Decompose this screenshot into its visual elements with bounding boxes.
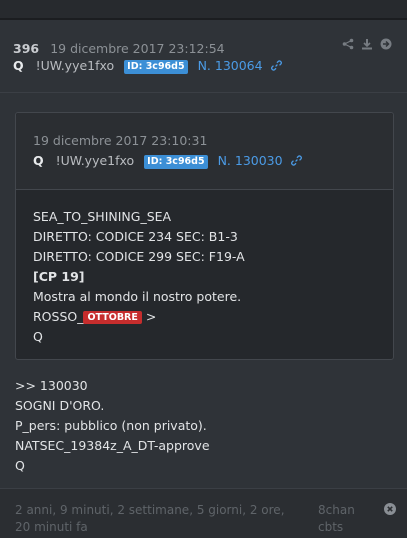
quoted-line: DIRETTO: CODICE 234 SEC: B1-3: [33, 229, 238, 244]
post-footer: 2 anni, 9 minuti, 2 settimane, 5 giorni,…: [0, 489, 407, 538]
post-body: >> 130030 SOGNI D'ORO. P_pers: pubblico …: [15, 376, 210, 476]
source-sub: cbts: [318, 520, 344, 534]
id-badge[interactable]: ID: 3c96d5: [124, 60, 188, 74]
post-date: 19 dicembre 2017 23:12:54: [50, 41, 225, 56]
rosso-prefix: ROSSO_: [33, 309, 84, 324]
quoted-signature: Q: [33, 329, 43, 344]
author-name: Q: [13, 58, 24, 73]
quoted-post-header: 19 dicembre 2017 23:10:31 Q !UW.yye1fxo …: [16, 113, 393, 190]
post-meta: 396 19 dicembre 2017 23:12:54: [13, 38, 225, 57]
quoted-post-date: 19 dicembre 2017 23:10:31: [33, 133, 208, 148]
body-line: P_pers: pubblico (non privato).: [15, 418, 207, 433]
quoted-post-body: SEA_TO_SHINING_SEA DIRETTO: CODICE 234 S…: [33, 207, 245, 347]
top-bar-border: [0, 18, 407, 20]
quoted-line: DIRETTO: CODICE 299 SEC: F19-A: [33, 249, 245, 264]
top-bar: [0, 0, 407, 18]
relative-time: 2 anni, 9 minuti, 2 settimane, 5 giorni,…: [15, 503, 285, 534]
quoted-post-author: Q !UW.yye1fxo ID: 3c96d5 N. 130030: [33, 153, 302, 169]
post-author: Q !UW.yye1fxo ID: 3c96d5 N. 130064: [13, 58, 282, 74]
body-line: NATSEC_19384z_A_DT-approve: [15, 438, 210, 453]
post-header: 396 19 dicembre 2017 23:12:54 Q !UW.yye1…: [13, 38, 392, 78]
post-source: 8chan cbts: [318, 502, 355, 536]
close-icon[interactable]: [384, 503, 396, 515]
quoted-id-badge[interactable]: ID: 3c96d5: [144, 155, 208, 169]
quoted-line: [CP 19]: [33, 269, 85, 284]
header-divider: [0, 92, 407, 93]
quoted-post-link[interactable]: N. 130030: [218, 153, 283, 168]
ottobre-badge: OTTOBRE: [83, 311, 142, 324]
body-line: SOGNI D'ORO.: [15, 398, 105, 413]
quoted-line: SEA_TO_SHINING_SEA: [33, 209, 172, 224]
quoted-post: 19 dicembre 2017 23:10:31 Q !UW.yye1fxo …: [15, 112, 394, 360]
author-tripcode: !UW.yye1fxo: [35, 58, 115, 73]
post-signature: Q: [15, 458, 25, 473]
quoted-author-name: Q: [33, 153, 44, 168]
share-icon[interactable]: [342, 38, 354, 50]
post-actions: [342, 38, 392, 50]
rosso-suffix: >: [141, 309, 157, 324]
post-link[interactable]: N. 130064: [198, 58, 263, 73]
link-icon[interactable]: [290, 155, 302, 166]
link-icon[interactable]: [270, 60, 282, 71]
post-number: 396: [13, 41, 40, 56]
quoted-line: Mostra al mondo il nostro potere.: [33, 289, 242, 304]
arrow-right-circle-icon[interactable]: [380, 38, 392, 50]
download-icon[interactable]: [361, 38, 373, 50]
quoted-rosso-line: ROSSO_ OTTOBRE >: [33, 307, 245, 327]
source-board: 8chan: [318, 503, 355, 517]
reply-link[interactable]: >> 130030: [15, 376, 210, 396]
quoted-author-tripcode: !UW.yye1fxo: [55, 153, 135, 168]
